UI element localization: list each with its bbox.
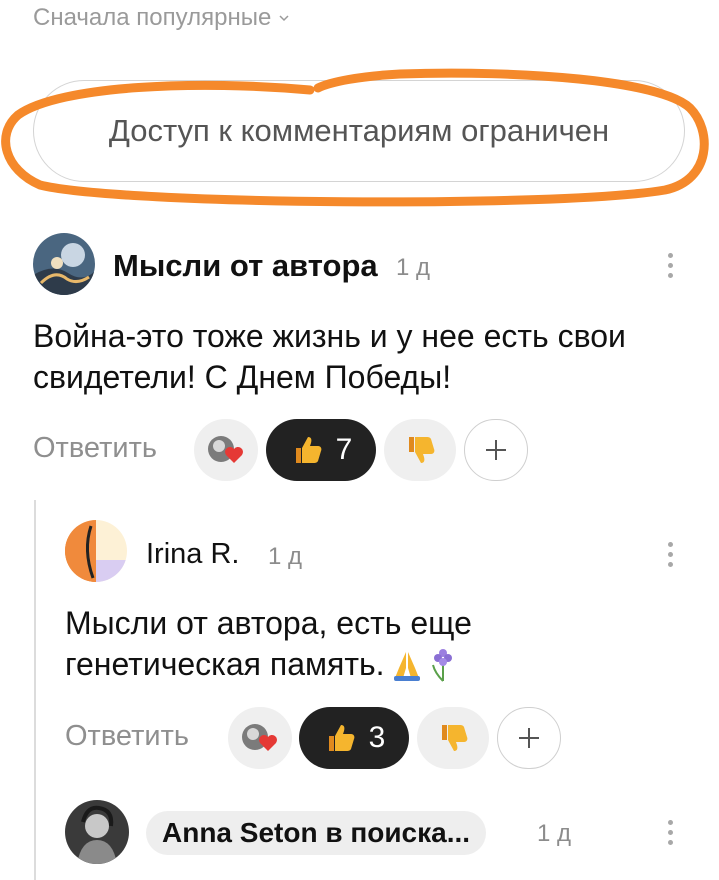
- pray-icon: [393, 651, 420, 681]
- comment-time: 1 д: [537, 820, 572, 847]
- comment-text: Мысли от автора, есть еще генетическая п…: [65, 603, 685, 685]
- thumbs-up-icon: [328, 725, 355, 751]
- reply-button[interactable]: Ответить: [65, 720, 189, 753]
- comment-author[interactable]: Мысли от автора: [113, 248, 378, 284]
- avatar[interactable]: [65, 520, 127, 582]
- heart-icon: [225, 447, 243, 463]
- dislike-button[interactable]: [417, 707, 489, 769]
- comment-text-line: генетическая память.: [65, 646, 385, 682]
- comment-text-line: Война-это тоже жизнь и у нее есть свои: [33, 318, 626, 354]
- reply-thread-line: [34, 500, 36, 880]
- kebab-menu-icon[interactable]: [666, 820, 674, 845]
- author-chip[interactable]: Anna Seton в поиска...: [146, 811, 487, 855]
- kebab-menu-icon[interactable]: [666, 542, 674, 567]
- comment-author[interactable]: Irina R.: [146, 538, 239, 571]
- chevron-down-icon: [279, 15, 289, 22]
- like-button[interactable]: 3: [299, 707, 409, 769]
- sort-dropdown[interactable]: Сначала популярные: [33, 4, 289, 32]
- avatar[interactable]: [65, 800, 129, 864]
- thumbs-up-icon: [295, 437, 322, 463]
- add-reaction-button[interactable]: [464, 419, 528, 481]
- like-count: 3: [368, 721, 386, 754]
- dislike-button[interactable]: [384, 419, 456, 481]
- hyacinth-icon: [431, 648, 452, 682]
- heart-icon: [259, 735, 277, 751]
- thumbs-down-icon: [409, 437, 435, 463]
- thumbs-down-icon: [442, 725, 468, 751]
- reply-button[interactable]: Ответить: [33, 432, 157, 465]
- author-heart-reaction[interactable]: [194, 419, 258, 481]
- author-heart-reaction[interactable]: [228, 707, 292, 769]
- comment-time: 1 д: [268, 543, 303, 570]
- restricted-text: Доступ к комментариям ограничен: [108, 113, 610, 148]
- comment-text: Война-это тоже жизнь и у нее есть свои с…: [33, 316, 693, 398]
- add-reaction-button[interactable]: [497, 707, 561, 769]
- like-count: 7: [335, 433, 353, 466]
- comment-author: Anna Seton в поиска...: [162, 817, 471, 848]
- avatar[interactable]: [33, 233, 95, 295]
- comment-text-line: свидетели! С Днем Победы!: [33, 359, 452, 395]
- like-button[interactable]: 7: [266, 419, 376, 481]
- kebab-menu-icon[interactable]: [666, 253, 674, 278]
- plus-icon: [519, 728, 539, 748]
- comment-text-line: Мысли от автора, есть еще: [65, 605, 472, 641]
- comments-restricted-notice: Доступ к комментариям ограничен: [33, 80, 685, 182]
- sort-label: Сначала популярные: [33, 4, 272, 31]
- comment-time: 1 д: [396, 254, 431, 281]
- plus-icon: [486, 440, 506, 460]
